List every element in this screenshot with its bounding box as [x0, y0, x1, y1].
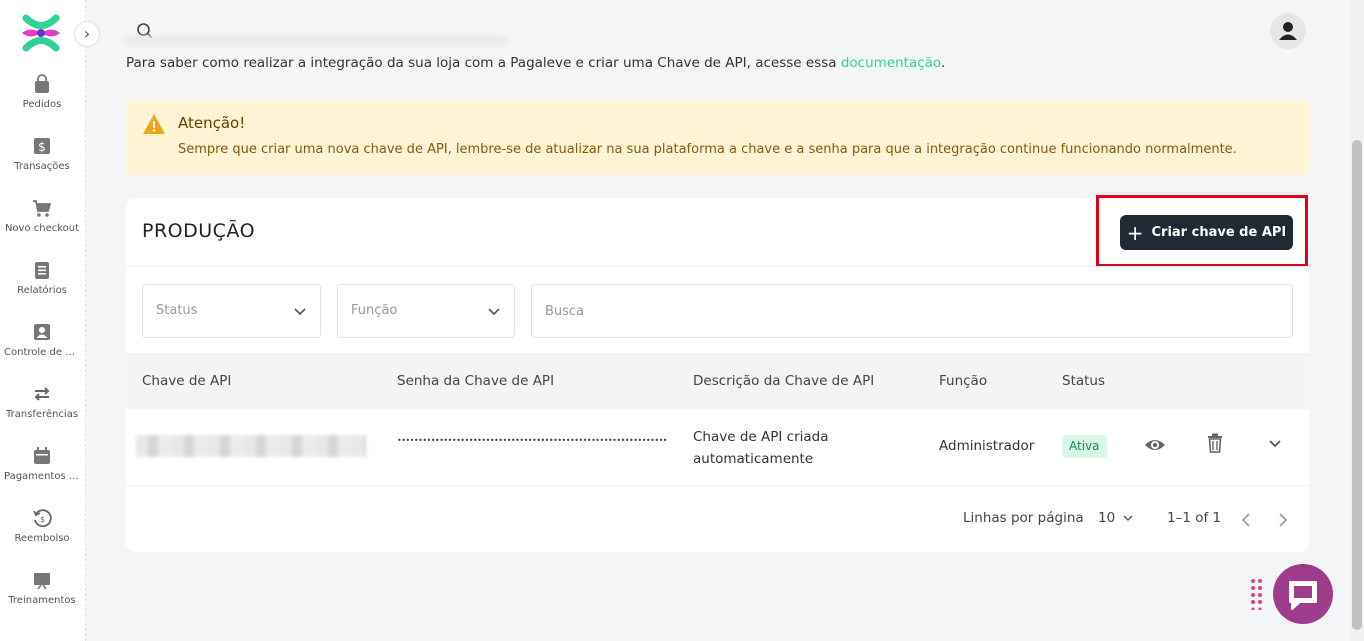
pagination-range: 1–1 of 1: [1167, 510, 1222, 526]
eye-icon[interactable]: [1144, 434, 1166, 456]
status-select-placeholder: Status: [156, 303, 198, 318]
status-badge: Ativa: [1062, 435, 1107, 458]
rows-per-page-label: Linhas por página: [963, 510, 1084, 526]
sidebar-item-transacoes[interactable]: $ Transações: [0, 136, 84, 172]
user-avatar-icon: [1279, 22, 1297, 40]
sidebar-item-novo-checkout[interactable]: Novo checkout: [0, 198, 84, 234]
warning-alert: Atenção! Sempre que criar uma nova chave…: [126, 99, 1309, 175]
trash-icon[interactable]: [1204, 432, 1226, 454]
create-api-key-button[interactable]: + Criar chave de API: [1120, 215, 1293, 250]
calendar-icon: [34, 447, 50, 464]
status-select[interactable]: Status: [142, 284, 321, 338]
user-avatar[interactable]: [1270, 13, 1306, 49]
sidebar-item-pedidos[interactable]: Pedidos: [0, 74, 84, 110]
pagaleve-logo[interactable]: [20, 14, 62, 52]
sidebar-item-label: Transações: [14, 161, 70, 172]
sidebar-item-label: Controle de acesso: [4, 347, 84, 358]
user-icon: [34, 324, 50, 340]
api-key-function: Administrador: [939, 438, 1035, 454]
scrollbar-thumb[interactable]: [1352, 140, 1362, 630]
sidebar-item-controle-acesso[interactable]: Controle de acesso: [0, 322, 84, 358]
table-row: ••••••••••••••••••••••••••••••••••••••••…: [126, 409, 1309, 486]
documentation-link[interactable]: documentação: [841, 55, 941, 71]
sidebar-item-pagamentos[interactable]: Pagamentos agendados: [0, 446, 84, 482]
rows-per-page-value: 10: [1098, 510, 1116, 526]
production-card: PRODUÇÃO + Criar chave de API Status Fun…: [126, 195, 1309, 552]
sidebar-item-label: Reembolso: [14, 533, 70, 544]
svg-text:$: $: [40, 515, 45, 524]
api-key-password: ••••••••••••••••••••••••••••••••••••••••…: [397, 436, 668, 445]
training-icon: [34, 573, 50, 590]
sidebar-item-transferencias[interactable]: Transferências: [0, 384, 84, 420]
svg-text:$: $: [38, 140, 46, 154]
divider: [126, 266, 1309, 267]
column-header: Senha da Chave de API: [397, 373, 555, 389]
function-select-placeholder: Função: [351, 303, 398, 318]
sidebar-item-label: Novo checkout: [4, 223, 80, 234]
chat-icon: [1289, 581, 1317, 610]
blurred-subtitle: [126, 36, 506, 46]
main-content: Para saber como realizar a integração da…: [86, 0, 1350, 641]
alert-text: Sempre que criar uma nova chave de API, …: [178, 142, 1237, 157]
rows-per-page-select[interactable]: 10: [1098, 510, 1133, 526]
sidebar-item-relatorios[interactable]: Relatórios: [0, 260, 84, 296]
refund-icon: $: [33, 509, 52, 528]
function-select[interactable]: Função: [337, 284, 515, 338]
column-header: Status: [1062, 373, 1106, 389]
dollar-icon: $: [34, 138, 50, 154]
intro-text-body: Para saber como realizar a integração da…: [126, 55, 841, 71]
sidebar-item-treinamentos[interactable]: Treinamentos: [0, 570, 84, 606]
intro-text-suffix: .: [940, 55, 946, 71]
create-api-key-label: Criar chave de API: [1151, 225, 1287, 240]
scrollbar[interactable]: [1350, 0, 1364, 641]
bag-icon: [35, 74, 49, 93]
table-header: Chave de API Senha da Chave de API Descr…: [126, 353, 1309, 409]
chevron-left-icon[interactable]: [1236, 509, 1258, 531]
cart-icon: [33, 200, 52, 217]
search-input[interactable]: [531, 284, 1293, 338]
column-header: Descrição da Chave de API: [693, 373, 875, 389]
card-title: PRODUÇÃO: [142, 220, 256, 242]
column-header: Chave de API: [142, 373, 232, 389]
plus-icon: +: [1126, 220, 1144, 245]
transfer-icon: [34, 387, 50, 401]
report-icon: [35, 262, 49, 279]
chevron-down-icon: [1123, 515, 1133, 521]
chevron-down-icon[interactable]: [1264, 432, 1286, 454]
api-key-value-masked: [136, 435, 366, 457]
sidebar-item-label: Relatórios: [17, 285, 67, 296]
sidebar-item-label: Transferências: [5, 409, 79, 420]
chevron-down-icon: [294, 308, 306, 316]
sidebar-item-reembolso[interactable]: $ Reembolso: [0, 508, 84, 544]
sidebar-collapse-button[interactable]: ›: [74, 21, 100, 47]
chevron-right-icon[interactable]: [1271, 509, 1293, 531]
sidebar-item-label: Pagamentos agendados: [4, 471, 84, 482]
sidebar-item-label: Treinamentos: [8, 595, 76, 606]
intro-text: Para saber como realizar a integração da…: [126, 55, 945, 71]
alert-title: Atenção!: [178, 114, 246, 132]
chat-button[interactable]: [1273, 564, 1333, 624]
column-header: Função: [939, 373, 988, 389]
api-key-description: Chave de API criada automaticamente: [693, 429, 829, 467]
drag-handle-icon[interactable]: [1250, 578, 1264, 610]
chevron-down-icon: [488, 308, 500, 316]
sidebar: › Pedidos $ Transações Novo checkout Rel…: [0, 0, 100, 641]
sidebar-item-label: Pedidos: [22, 99, 62, 110]
warning-icon: [143, 114, 165, 134]
